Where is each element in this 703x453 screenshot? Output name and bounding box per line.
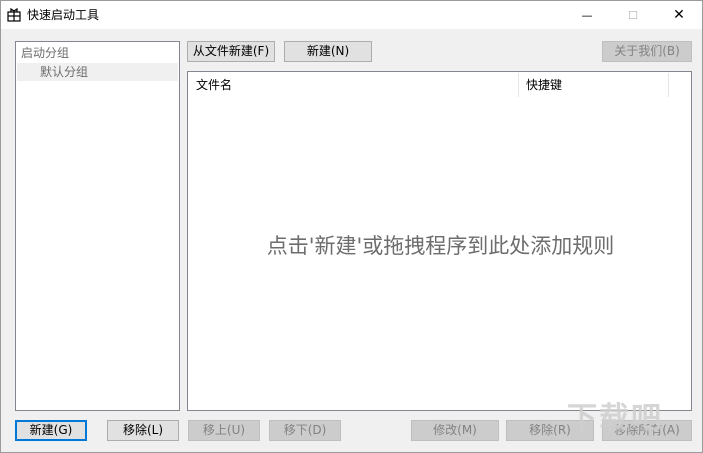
column-header-hotkey[interactable]: 快捷键	[519, 73, 669, 97]
group-child-item[interactable]: 默认分组	[17, 63, 178, 81]
new-from-file-button[interactable]: 从文件新建(F)	[187, 41, 275, 62]
maximize-button[interactable]: ☐	[610, 1, 656, 29]
column-header-filename[interactable]: 文件名	[189, 73, 519, 97]
rules-list[interactable]: 文件名 快捷键 点击'新建'或拖拽程序到此处添加规则	[187, 71, 692, 411]
edit-rule-button[interactable]: 修改(M)	[411, 420, 499, 441]
add-group-button[interactable]: 新建(G)	[15, 420, 87, 441]
minimize-button[interactable]: —	[564, 1, 610, 29]
close-icon: ✕	[673, 7, 685, 23]
about-button[interactable]: 关于我们(B)	[602, 41, 692, 62]
title-bar[interactable]: 快速启动工具 — ☐ ✕	[1, 1, 702, 29]
close-button[interactable]: ✕	[656, 1, 702, 29]
minimize-icon: —	[581, 8, 593, 22]
group-tree[interactable]: 启动分组 默认分组	[15, 41, 180, 411]
maximize-icon: ☐	[628, 8, 638, 22]
group-root-item[interactable]: 启动分组	[21, 45, 69, 61]
window-title: 快速启动工具	[27, 8, 100, 22]
empty-list-hint: 点击'新建'或拖拽程序到此处添加规则	[266, 234, 615, 258]
move-down-button[interactable]: 移下(D)	[269, 420, 341, 441]
move-up-button[interactable]: 移上(U)	[188, 420, 260, 441]
app-gift-icon	[7, 8, 21, 22]
new-button[interactable]: 新建(N)	[284, 41, 372, 62]
app-window: 快速启动工具 — ☐ ✕ 启动分组 默认分组 从文件新建(F) 新建(N) 关于…	[0, 0, 703, 453]
remove-group-button[interactable]: 移除(L)	[107, 420, 179, 441]
remove-rule-button[interactable]: 移除(R)	[506, 420, 594, 441]
group-child-label: 默认分组	[40, 65, 89, 79]
remove-all-button[interactable]: 移除所有(A)	[602, 420, 692, 441]
